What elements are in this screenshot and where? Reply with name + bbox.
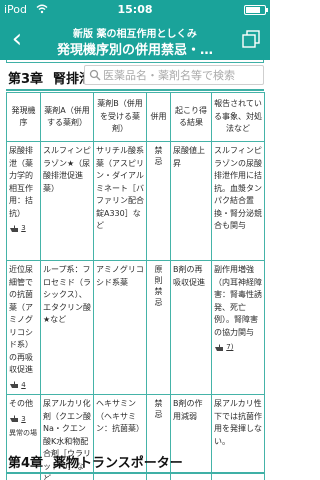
reference-extra: 異常の場: [9, 429, 37, 437]
search-bar[interactable]: [84, 65, 264, 85]
interaction-table: 発現機序 薬剤A（併用する薬剤） 薬剤B（併用を受ける薬剤） 併用 起こり得る結…: [6, 92, 265, 480]
drug-b-cell: サリチル酸系薬（アスピリン・ダイアルミネート［バファリン配合錠A330］など: [93, 141, 147, 261]
table-header-row: 発現機序 薬剤A（併用する薬剤） 薬剤B（併用を受ける薬剤） 併用 起こり得る結…: [6, 92, 265, 142]
clock: 15:08: [117, 3, 153, 16]
chapter-4-heading: 第4章 薬物トランスポーター: [8, 452, 183, 471]
book-title: 新版 薬の相互作用としくみ: [73, 29, 197, 40]
chapter-4-underline: [6, 472, 264, 474]
use-text: 禁忌: [154, 399, 163, 419]
chapter-title: 薬物トランスポーター: [53, 456, 183, 471]
reference-link[interactable]: 3: [9, 222, 26, 235]
hand-pointer-icon: [10, 381, 18, 388]
use-cell: 原則禁忌: [146, 260, 171, 395]
table-row: 近位尿細管での抗菌薬（アミノグリコシド系）の再吸収促進 4 ループ系：フロセミド…: [6, 260, 265, 395]
result-cell: 尿酸値上昇: [170, 141, 212, 261]
reference-link[interactable]: 4: [9, 379, 26, 392]
search-icon: [89, 69, 101, 81]
search-input[interactable]: [103, 67, 259, 83]
use-text: 原則禁忌: [154, 265, 163, 307]
result-cell: B剤の再吸収促進: [170, 260, 212, 395]
mechanism-text: 尿酸排泄（薬力学的相互作用：拮抗）: [9, 146, 33, 218]
back-arrow-icon[interactable]: ‹: [6, 24, 28, 54]
mechanism-cell: 尿酸排泄（薬力学的相互作用：拮抗） 3: [6, 141, 41, 261]
mechanism-text: 近位尿細管での抗菌薬（アミノグリコシド系）の再吸収促進: [9, 265, 33, 374]
hand-pointer-icon: [10, 225, 18, 232]
navigation-bar: ‹ 新版 薬の相互作用としくみ 発現機序別の併用禁忌・…: [0, 20, 270, 60]
header-use: 併用: [146, 92, 171, 142]
content-area[interactable]: 第3章腎排泄 発現機序 薬剤A（併用する薬剤） 薬剤B（併用を受ける薬剤） 併用…: [0, 60, 270, 480]
top-divider: [6, 60, 264, 63]
reference-link[interactable]: 7): [214, 341, 233, 354]
notes-cell: 尿アルカリ性下では抗菌作用を発揮しない。: [211, 394, 265, 480]
header-mechanism: 発現機序: [6, 92, 41, 142]
chapter-number: 第3章: [8, 72, 44, 87]
reference-number: 4: [21, 380, 26, 389]
notes-cell: スルフィンピラゾンの尿酸排泄作用に拮抗。血漿タンパク結合置換・腎分泌競合も関与: [211, 141, 265, 261]
windows-icon[interactable]: [242, 30, 260, 48]
status-bar: iPod 15:08: [0, 0, 270, 20]
header-result: 起こり得る結果: [170, 92, 212, 142]
header-notes: 報告されている事象、対処法など: [211, 92, 265, 142]
reference-number: 3: [21, 414, 26, 423]
drug-a-cell: スルフィンピラゾン★（尿酸排泄促進薬）: [40, 141, 94, 261]
header-drug-b: 薬剤B（併用を受ける薬剤）: [93, 92, 147, 142]
reference-number: 3: [21, 224, 26, 232]
notes-text: 副作用増強（内耳神経障害：腎毒性誘発、死亡例）。腎障害の協力関与: [214, 265, 262, 337]
chapter-3-underline: [6, 89, 264, 91]
table-row: 尿酸排泄（薬力学的相互作用：拮抗） 3 スルフィンピラゾン★（尿酸排泄促進薬） …: [6, 141, 265, 261]
use-cell: 禁忌: [146, 141, 171, 261]
page-title: 発現機序別の併用禁忌・…: [56, 43, 213, 58]
chapter-number: 第4章: [8, 456, 44, 471]
notes-cell: 副作用増強（内耳神経障害：腎毒性誘発、死亡例）。腎障害の協力関与 7): [211, 260, 265, 395]
mechanism-cell: 近位尿細管での抗菌薬（アミノグリコシド系）の再吸収促進 4: [6, 260, 41, 395]
reference-link[interactable]: 3: [9, 413, 26, 426]
hand-pointer-icon: [215, 344, 223, 351]
header-drug-a: 薬剤A（併用する薬剤）: [40, 92, 94, 142]
drug-b-cell: アミノグリコシド系薬: [93, 260, 147, 395]
chapter-3-heading: 第3章 腎排泄: [8, 68, 92, 87]
drug-a-cell: ループ系：フロセミド（ラシックス）、エタクリン酸★など: [40, 260, 94, 395]
hand-pointer-icon: [10, 415, 18, 422]
mechanism-text: その他: [9, 399, 33, 408]
reference-number: 7): [226, 343, 234, 351]
battery-icon: [244, 5, 268, 15]
use-text: 禁忌: [154, 146, 163, 166]
